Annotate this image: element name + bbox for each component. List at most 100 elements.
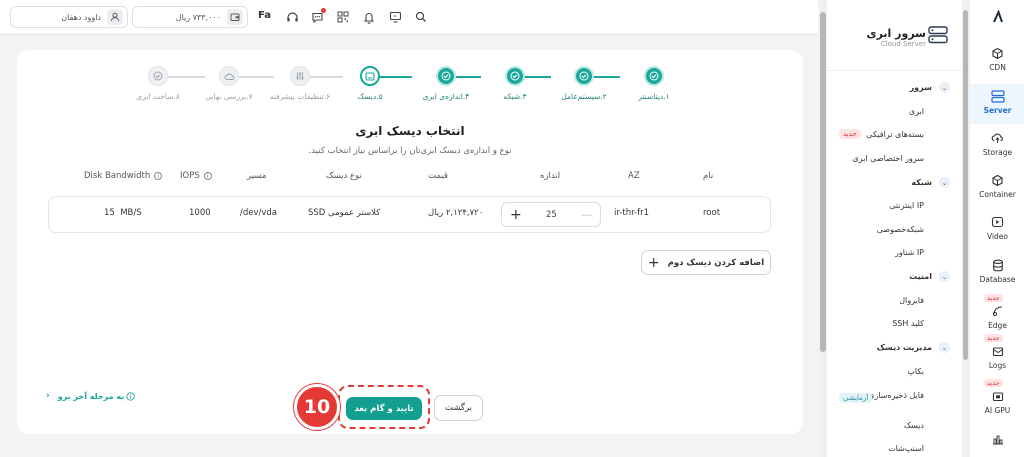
bar-chart-icon xyxy=(991,432,1005,446)
chevron-down-icon[interactable]: ⌄ xyxy=(939,342,950,353)
menu-item-public-ip[interactable]: IP اینترنتی xyxy=(889,201,924,210)
info-icon[interactable]: i xyxy=(203,172,212,180)
menu-item-dedicated-server[interactable]: سرور اختصاصی ابری xyxy=(853,154,924,163)
balance-value: ۷۳۳,۰۰۰ ریال xyxy=(175,12,221,22)
check-icon xyxy=(574,66,594,86)
rail-item-server[interactable]: Server xyxy=(970,84,1024,124)
disk-iops: 1000 xyxy=(189,208,211,218)
unread-dot xyxy=(321,8,326,13)
cloud-server-icon xyxy=(928,26,948,44)
menu-subtitle: Cloud Server xyxy=(880,40,926,48)
menu-item-file-storage[interactable]: فایل ذخیره‌سازی xyxy=(864,391,924,400)
support-headset-icon[interactable] xyxy=(285,10,299,24)
step-os[interactable]: ۲.سیستم‌عامل xyxy=(544,66,624,101)
rail-label: Video xyxy=(986,232,1008,241)
menu-group-network[interactable]: شبکه xyxy=(911,178,932,187)
rail-label: Storage xyxy=(982,148,1013,157)
top-bar: داوود دهقان ۷۳۳,۰۰۰ ریال Fa xyxy=(0,0,818,35)
rail-item-edge[interactable]: Edge xyxy=(970,304,1024,330)
rail-label: Server xyxy=(983,106,1012,115)
user-name: داوود دهقان xyxy=(61,12,101,22)
section-subtitle: نوع و اندازه‌ی دیسک ابری‌تان را براساس ن… xyxy=(308,146,512,156)
menu-group-security[interactable]: امنیت xyxy=(909,272,932,281)
disk-bandwidth: 15 MB/S xyxy=(104,208,142,218)
rail-item-container[interactable]: Container xyxy=(970,173,1024,199)
new-badge: جدید xyxy=(984,379,1003,387)
search-icon[interactable] xyxy=(414,10,428,24)
menu-item-cloud[interactable]: ابری xyxy=(909,107,924,116)
rail-item-cdn[interactable]: CDN xyxy=(970,46,1024,72)
help-info-icon[interactable] xyxy=(126,392,135,404)
product-rail: CDN Server Storage Container Video Datab… xyxy=(969,0,1024,457)
check-icon xyxy=(436,66,456,86)
disk-size-value[interactable]: 25 xyxy=(546,210,557,220)
menu-item-disk[interactable]: دیسک xyxy=(904,421,924,430)
disk-path: /dev/vda xyxy=(240,208,278,218)
monitor-icon[interactable] xyxy=(388,10,402,24)
user-menu[interactable]: داوود دهقان xyxy=(10,6,128,28)
rail-label: CDN xyxy=(989,63,1006,72)
rail-item-analytics[interactable] xyxy=(970,432,1024,446)
chevron-down-icon[interactable]: ⌄ xyxy=(939,271,950,282)
decrease-button[interactable]: — xyxy=(581,208,592,221)
info-icon[interactable]: i xyxy=(154,172,163,180)
content-scrollbar[interactable] xyxy=(819,0,827,457)
step-review[interactable]: ۷.بررسی نهایی xyxy=(189,66,269,101)
step-label: ۵.دیسک xyxy=(357,92,383,101)
brand-logo[interactable] xyxy=(970,9,1024,36)
menu-item-traffic-packages[interactable]: بسته‌های ترافیکی xyxy=(866,130,924,139)
increase-button[interactable]: + xyxy=(510,207,522,223)
menu-item-private-network[interactable]: شبکه‌خصوصی xyxy=(877,225,924,234)
column-header-disk-type: نوع دیسک xyxy=(326,171,362,181)
language-switch[interactable]: Fa xyxy=(258,10,271,21)
step-network[interactable]: ۳.شبکه xyxy=(475,66,555,101)
menu-item-floating-ip[interactable]: IP شناور xyxy=(895,248,924,257)
menu-item-backup[interactable]: بکاپ xyxy=(907,367,924,376)
confirm-next-button[interactable]: تایید و گام بعد xyxy=(346,397,422,420)
scrollbar-thumb[interactable] xyxy=(963,10,968,360)
disk-az: ir-thr-fr1 xyxy=(614,208,650,218)
chat-notification-icon[interactable] xyxy=(310,8,326,24)
rail-item-storage[interactable]: Storage xyxy=(970,131,1024,157)
back-button[interactable]: برگشت xyxy=(434,395,483,421)
column-header-bandwidth: Disk Bandwidth i xyxy=(84,171,163,181)
rail-item-ai-gpu[interactable]: AI GPU xyxy=(970,389,1024,415)
add-second-disk-button[interactable]: اضافه کردن دیسک دوم + xyxy=(641,250,771,275)
logs-icon xyxy=(991,344,1005,358)
qr-code-icon[interactable] xyxy=(336,10,350,24)
new-badge: جدید xyxy=(984,294,1003,302)
menu-group-server[interactable]: سرور xyxy=(910,83,932,92)
bell-icon[interactable] xyxy=(362,10,376,24)
column-header-size: اندازه xyxy=(540,171,561,181)
rail-item-video[interactable]: Video xyxy=(970,215,1024,241)
menu-item-ssh-key[interactable]: کلید SSH xyxy=(892,319,924,328)
storage-icon xyxy=(991,131,1005,145)
chevron-down-icon[interactable]: ⌄ xyxy=(939,177,950,188)
step-disk[interactable]: ۵.دیسک xyxy=(330,66,410,101)
section-title: انتخاب دیسک ابری xyxy=(355,124,465,138)
beta-badge: آزمایشی xyxy=(839,393,873,403)
chevron-down-icon[interactable]: ⌄ xyxy=(939,82,950,93)
menu-item-firewall[interactable]: فایروال xyxy=(899,296,924,305)
column-header-price: قیمت xyxy=(428,171,448,181)
sliders-icon xyxy=(290,66,310,86)
rail-item-database[interactable]: Database xyxy=(970,258,1024,284)
new-badge: جدید xyxy=(839,129,861,139)
wallet-balance[interactable]: ۷۳۳,۰۰۰ ریال xyxy=(132,6,248,28)
disk-icon xyxy=(360,66,380,86)
chevron-left-icon: ‹ xyxy=(46,391,50,401)
menu-item-snapshot[interactable]: اسنپ‌شات xyxy=(888,444,924,453)
go-to-last-step-link[interactable]: به مرحله آخر برو ‹ xyxy=(46,391,124,401)
cdn-icon xyxy=(991,46,1005,60)
check-icon xyxy=(505,66,525,86)
step-size[interactable]: ۴.اندازه‌ی ابری xyxy=(406,66,486,101)
menu-group-disk-management[interactable]: مدیریت دیسک xyxy=(877,343,932,352)
step-advanced[interactable]: ۶.تنظیمات پیشرفته xyxy=(260,66,340,101)
step-label: ۶.تنظیمات پیشرفته xyxy=(269,92,331,101)
scrollbar-thumb[interactable] xyxy=(820,12,826,352)
disk-size-stepper[interactable]: + 25 — xyxy=(501,202,601,227)
step-datacenter[interactable]: ۱.دیتاسنتر xyxy=(614,66,694,101)
menu-scrollbar[interactable] xyxy=(962,0,969,457)
rail-item-logs[interactable]: Logs xyxy=(970,344,1024,370)
step-create[interactable]: ۸.ساخت ابری xyxy=(118,66,198,101)
